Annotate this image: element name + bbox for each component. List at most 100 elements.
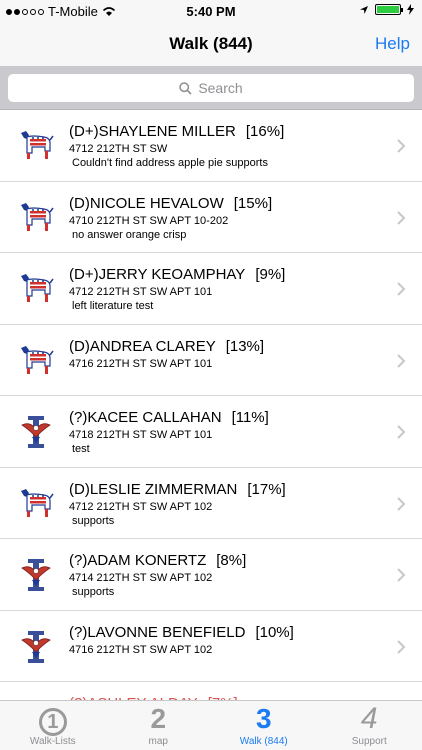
democrat-donkey-icon	[18, 485, 54, 523]
navigation-bar: Walk (844) Help	[0, 22, 422, 66]
chevron-right-icon	[396, 139, 406, 153]
voter-name-line: (D)NICOLE HEVALOW [15%]	[69, 195, 382, 212]
voter-info: (D)ANDREA CLAREY [13%] 4716 212TH ST SW …	[69, 338, 382, 372]
voter-note: left literature test	[72, 300, 154, 312]
voter-party: (D)	[69, 480, 90, 498]
voter-info: (D)NICOLE HEVALOW [15%] 4710 212TH ST SW…	[69, 195, 382, 241]
democrat-donkey-icon	[18, 342, 54, 380]
voter-address: 4712 212TH ST SW APT 101	[69, 286, 213, 298]
voter-address: 4718 212TH ST SW APT 101	[69, 429, 213, 441]
number-three-icon: 3	[255, 703, 272, 734]
number-four-icon: 4	[360, 702, 378, 735]
voter-name-line: (D+)SHAYLENE MILLER [16%]	[69, 123, 382, 140]
chevron-right-icon	[396, 425, 406, 439]
voter-percent: [11%]	[231, 409, 269, 426]
voter-percent: [17%]	[247, 480, 286, 498]
voter-party: (?)	[69, 552, 88, 569]
chevron-right-icon	[396, 353, 406, 368]
voter-name: (D+)JERRY KEOAMPHAY	[69, 266, 245, 283]
voter-row[interactable]: (?)ASHLEY ALDAY [7%]	[0, 682, 422, 700]
independent-eagle-icon	[18, 628, 54, 666]
voter-fullname: ADAM KONERTZ	[87, 552, 207, 569]
voter-note: supports	[72, 586, 115, 598]
charging-bolt-icon	[407, 4, 414, 15]
voter-fullname: SHAYLENE MILLER	[98, 123, 236, 140]
voter-party: (D)	[69, 194, 90, 212]
tab-walk-lists[interactable]: 1 Walk-Lists	[0, 701, 106, 750]
voter-percent: [13%]	[225, 337, 265, 355]
independent-eagle-icon	[18, 413, 54, 451]
chevron-right-icon	[396, 568, 406, 582]
chevron-right-icon	[396, 496, 406, 511]
search-input[interactable]: Search	[8, 74, 414, 102]
status-indicators	[359, 4, 414, 15]
voter-name: (?)ADAM KONERTZ	[69, 552, 206, 569]
voter-note: supports	[72, 514, 115, 527]
voter-name-line: (?)LAVONNE BENEFIELD [10%]	[69, 624, 382, 641]
voter-info: (?)LAVONNE BENEFIELD [10%] 4716 212TH ST…	[69, 624, 382, 658]
chevron-right-icon	[396, 639, 406, 654]
voter-row[interactable]: (?)KACEE CALLAHAN [11%] 4718 212TH ST SW…	[0, 396, 422, 468]
voter-address: 4712 212TH ST SW APT 102	[69, 500, 213, 513]
tab-bar: 1 Walk-Lists 2 map 3 Walk (844) 4 Suppor…	[0, 700, 422, 750]
voter-row[interactable]: (?)LAVONNE BENEFIELD [10%] 4716 212TH ST…	[0, 611, 422, 682]
voter-fullname: JERRY KEOAMPHAY	[98, 266, 246, 283]
voter-row[interactable]: (D)NICOLE HEVALOW [15%] 4710 212TH ST SW…	[0, 182, 422, 253]
voter-row[interactable]: (D)ANDREA CLAREY [13%] 4716 212TH ST SW …	[0, 325, 422, 396]
voter-name-line: (D)LESLIE ZIMMERMAN [17%]	[69, 481, 382, 498]
voter-address: 4716 212TH ST SW APT 101	[69, 357, 213, 370]
tab-support[interactable]: 4 Support	[317, 701, 422, 750]
voter-percent: [10%]	[255, 623, 294, 641]
voter-row[interactable]: (D)LESLIE ZIMMERMAN [17%] 4712 212TH ST …	[0, 468, 422, 539]
voter-name: (D)ANDREA CLAREY	[69, 338, 216, 355]
voter-info: (D)LESLIE ZIMMERMAN [17%] 4712 212TH ST …	[69, 481, 382, 527]
voter-name: (D)LESLIE ZIMMERMAN	[69, 481, 237, 498]
voter-name: (D+)SHAYLENE MILLER	[69, 123, 236, 140]
voter-percent: [9%]	[255, 266, 286, 283]
independent-eagle-icon	[18, 556, 54, 594]
help-button[interactable]: Help	[375, 34, 410, 54]
tab-walk[interactable]: 3 Walk (844)	[211, 701, 317, 750]
voter-name: (?)LAVONNE BENEFIELD	[69, 624, 245, 641]
number-one-circle-icon: 1	[0, 704, 106, 736]
location-arrow-icon	[360, 5, 368, 14]
voter-fullname: NICOLE HEVALOW	[89, 194, 224, 212]
voter-party: (D+)	[69, 266, 99, 283]
voter-info: (?)ADAM KONERTZ [8%] 4714 212TH ST SW AP…	[69, 552, 382, 598]
voter-fullname: LAVONNE BENEFIELD	[87, 623, 246, 641]
voter-address: 4714 212TH ST SW APT 102	[69, 572, 213, 584]
voter-name-line: (D+)JERRY KEOAMPHAY [9%]	[69, 266, 382, 283]
voter-note: test	[72, 443, 90, 455]
chevron-right-icon	[396, 210, 406, 225]
voter-info: (?)KACEE CALLAHAN [11%] 4718 212TH ST SW…	[69, 409, 382, 455]
voter-fullname: ANDREA CLAREY	[89, 337, 216, 355]
tab-map[interactable]: 2 map	[106, 701, 212, 750]
voter-party: (D)	[69, 337, 90, 355]
democrat-donkey-icon	[18, 270, 54, 308]
voter-name: (?)KACEE CALLAHAN	[69, 409, 222, 426]
voter-fullname: LESLIE ZIMMERMAN	[89, 480, 238, 498]
democrat-donkey-icon	[18, 199, 54, 237]
voter-row[interactable]: (?)ADAM KONERTZ [8%] 4714 212TH ST SW AP…	[0, 539, 422, 611]
voter-note: Couldn't find address apple pie supports	[72, 157, 268, 169]
status-bar: T-Mobile 5:40 PM	[0, 0, 422, 22]
voter-address: 4712 212TH ST SW	[69, 143, 168, 155]
voter-party: (?)	[69, 409, 88, 426]
tab-label: Walk (844)	[239, 736, 288, 747]
voter-note: no answer orange crisp	[72, 228, 187, 241]
number-two-icon: 2	[150, 703, 167, 734]
search-placeholder: Search	[198, 80, 243, 96]
voter-info: (D+)SHAYLENE MILLER [16%] 4712 212TH ST …	[69, 123, 382, 169]
search-icon	[179, 81, 192, 95]
voter-list: (D+)SHAYLENE MILLER [16%] 4712 212TH ST …	[0, 110, 422, 700]
voter-party: (?)	[69, 623, 88, 641]
voter-name-line: (D)ANDREA CLAREY [13%]	[69, 338, 382, 355]
voter-row[interactable]: (D+)JERRY KEOAMPHAY [9%] 4712 212TH ST S…	[0, 253, 422, 325]
voter-name: (D)NICOLE HEVALOW	[69, 195, 224, 212]
voter-name-line: (?)KACEE CALLAHAN [11%]	[69, 409, 382, 426]
voter-row[interactable]: (D+)SHAYLENE MILLER [16%] 4712 212TH ST …	[0, 110, 422, 182]
battery-icon	[375, 4, 403, 15]
democrat-donkey-icon	[18, 127, 54, 165]
voter-address: 4710 212TH ST SW APT 10-202	[69, 214, 229, 227]
tab-label: map	[148, 736, 168, 747]
